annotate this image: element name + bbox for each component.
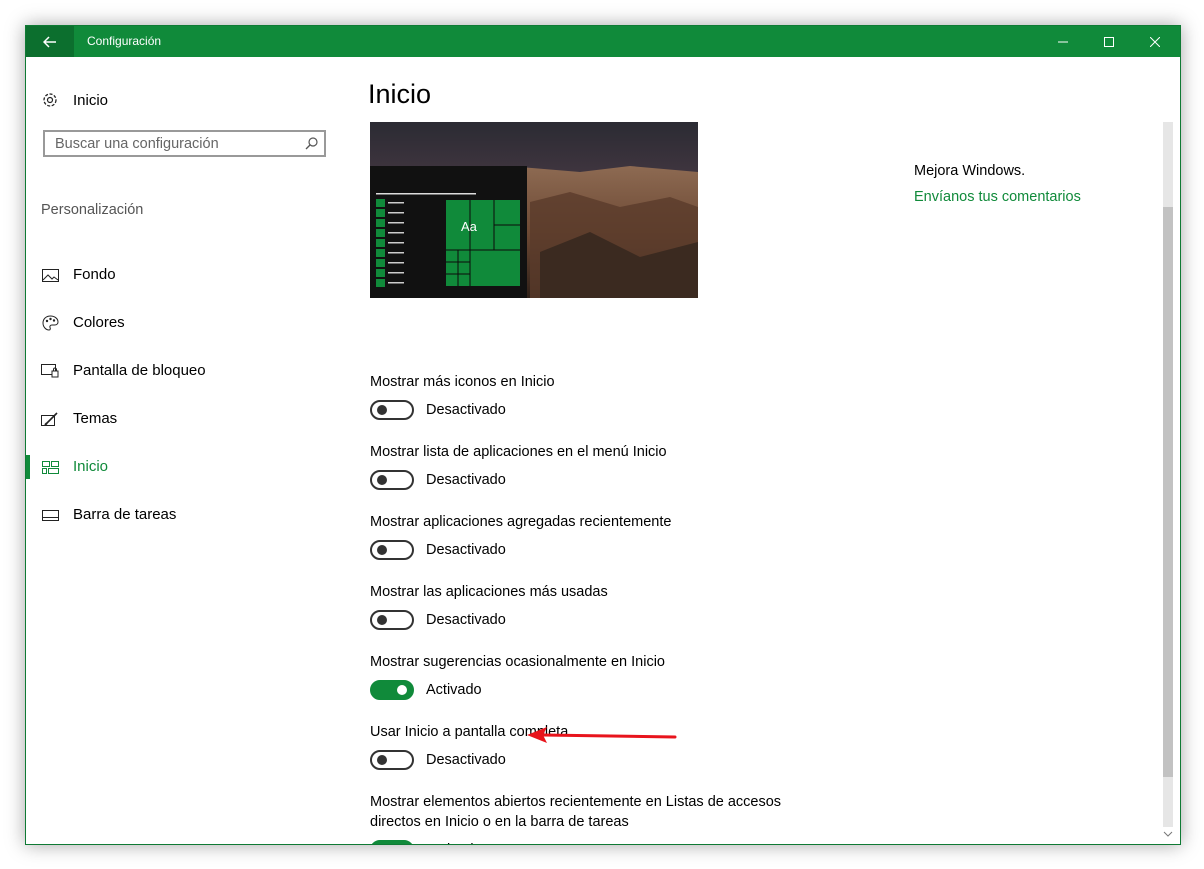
setting-label: Mostrar sugerencias ocasionalmente en In…	[370, 654, 665, 670]
toggle-state: Desactivado	[426, 402, 506, 418]
setting-recent-jump-lists: Mostrar elementos abiertos recientemente…	[370, 792, 810, 844]
feedback-panel: Mejora Windows. Envíanos tus comentarios	[914, 163, 1081, 205]
setting-recently-added: Mostrar aplicaciones agregadas recientem…	[370, 512, 810, 560]
toggle-switch[interactable]	[370, 840, 414, 844]
setting-app-list: Mostrar lista de aplicaciones en el menú…	[370, 442, 810, 490]
setting-more-icons: Mostrar más iconos en Inicio Desactivado	[370, 372, 810, 420]
setting-label: Mostrar más iconos en Inicio	[370, 374, 555, 390]
gear-icon	[43, 93, 57, 107]
toggle-row: Desactivado	[370, 750, 810, 770]
toggle-row: Desactivado	[370, 400, 810, 420]
toggle-knob	[377, 475, 387, 485]
landscape-illustration	[370, 122, 698, 298]
maximize-button[interactable]	[1086, 26, 1132, 57]
search-input[interactable]: Buscar una configuración	[43, 130, 326, 157]
close-icon	[1150, 36, 1160, 47]
sidebar-item-label: Inicio	[73, 458, 109, 475]
back-arrow-icon	[43, 35, 56, 48]
sidebar-item-label: Colores	[73, 314, 125, 331]
window-title: Configuración	[87, 34, 162, 48]
themes-icon	[41, 411, 59, 427]
maximize-icon	[1104, 36, 1114, 47]
sidebar-item-pantalla-de-bloqueo[interactable]: Pantalla de bloqueo	[26, 356, 346, 386]
toggle-row: Desactivado	[370, 470, 810, 490]
toggle-row: Desactivado	[370, 540, 810, 560]
setting-most-used: Mostrar las aplicaciones más usadas Desa…	[370, 582, 810, 630]
toggle-switch[interactable]	[370, 400, 414, 420]
sidebar-item-label: Barra de tareas	[73, 506, 177, 523]
toggle-switch[interactable]	[370, 540, 414, 560]
sidebar-item-temas[interactable]: Temas	[26, 404, 346, 434]
toggle-state: Desactivado	[426, 612, 506, 628]
setting-label: Mostrar elementos abiertos recientemente…	[370, 794, 782, 830]
toggle-knob	[377, 755, 387, 765]
sidebar-item-colores[interactable]: Colores	[26, 308, 346, 338]
picture-icon	[41, 267, 59, 283]
search-placeholder: Buscar una configuración	[55, 136, 219, 152]
sidebar: Inicio Buscar una configuración Personal…	[26, 57, 346, 844]
toggle-knob	[377, 545, 387, 555]
toggle-state: Activado	[426, 682, 482, 698]
toggle-state: Desactivado	[426, 542, 506, 558]
toggle-row: Activado	[370, 840, 810, 844]
sidebar-item-label: Temas	[73, 410, 118, 427]
nav-home[interactable]: Inicio	[41, 89, 108, 111]
toggle-state: Desactivado	[426, 752, 506, 768]
palette-icon	[41, 315, 59, 331]
main-content: Inicio Aa Mejora Windows. Envíanos tus c…	[346, 57, 1156, 844]
sidebar-item-fondo[interactable]: Fondo	[26, 260, 346, 290]
minimize-button[interactable]	[1040, 26, 1086, 57]
preview-tile-label: Aa	[461, 219, 477, 234]
scroll-thumb[interactable]	[1163, 207, 1173, 777]
nav-home-label: Inicio	[73, 91, 109, 109]
toggle-switch[interactable]	[370, 750, 414, 770]
setting-label: Mostrar aplicaciones agregadas recientem…	[370, 514, 672, 530]
start-preview-image: Aa	[370, 122, 698, 298]
active-indicator	[26, 455, 30, 479]
title-bar: Configuración	[26, 26, 1180, 57]
toggle-row: Activado	[370, 680, 810, 700]
toggle-switch[interactable]	[370, 610, 414, 630]
start-icon	[41, 459, 59, 475]
toggle-row: Desactivado	[370, 610, 810, 630]
toggle-state: Desactivado	[426, 472, 506, 488]
vertical-scrollbar[interactable]	[1156, 57, 1180, 844]
setting-label: Mostrar las aplicaciones más usadas	[370, 584, 608, 600]
close-button[interactable]	[1132, 26, 1178, 57]
setting-label: Mostrar lista de aplicaciones en el menú…	[370, 444, 667, 460]
section-label: Personalización	[41, 202, 144, 218]
minimize-icon	[1058, 41, 1068, 42]
settings-window: Configuración Inicio Buscar una configur…	[25, 25, 1181, 845]
back-button[interactable]	[26, 26, 74, 57]
sidebar-item-label: Fondo	[73, 266, 116, 283]
feedback-text: Mejora Windows.	[914, 163, 1026, 179]
search-icon	[305, 137, 318, 150]
toggle-knob	[397, 685, 407, 695]
sidebar-item-inicio[interactable]: Inicio	[26, 452, 346, 482]
toggle-knob	[377, 615, 387, 625]
toggle-switch[interactable]	[370, 470, 414, 490]
red-arrow-annotation	[527, 727, 677, 743]
sidebar-item-barra-de-tareas[interactable]: Barra de tareas	[26, 500, 346, 530]
toggle-switch[interactable]	[370, 680, 414, 700]
toggle-state: Activado	[426, 842, 482, 844]
sidebar-item-label: Pantalla de bloqueo	[73, 362, 206, 379]
taskbar-icon	[41, 507, 59, 523]
page-title: Inicio	[368, 79, 432, 109]
scroll-down-icon[interactable]	[1163, 830, 1173, 838]
lock-screen-icon	[41, 363, 59, 379]
toggle-knob	[377, 405, 387, 415]
setting-suggestions: Mostrar sugerencias ocasionalmente en In…	[370, 652, 810, 700]
feedback-link[interactable]: Envíanos tus comentarios	[914, 189, 1081, 205]
